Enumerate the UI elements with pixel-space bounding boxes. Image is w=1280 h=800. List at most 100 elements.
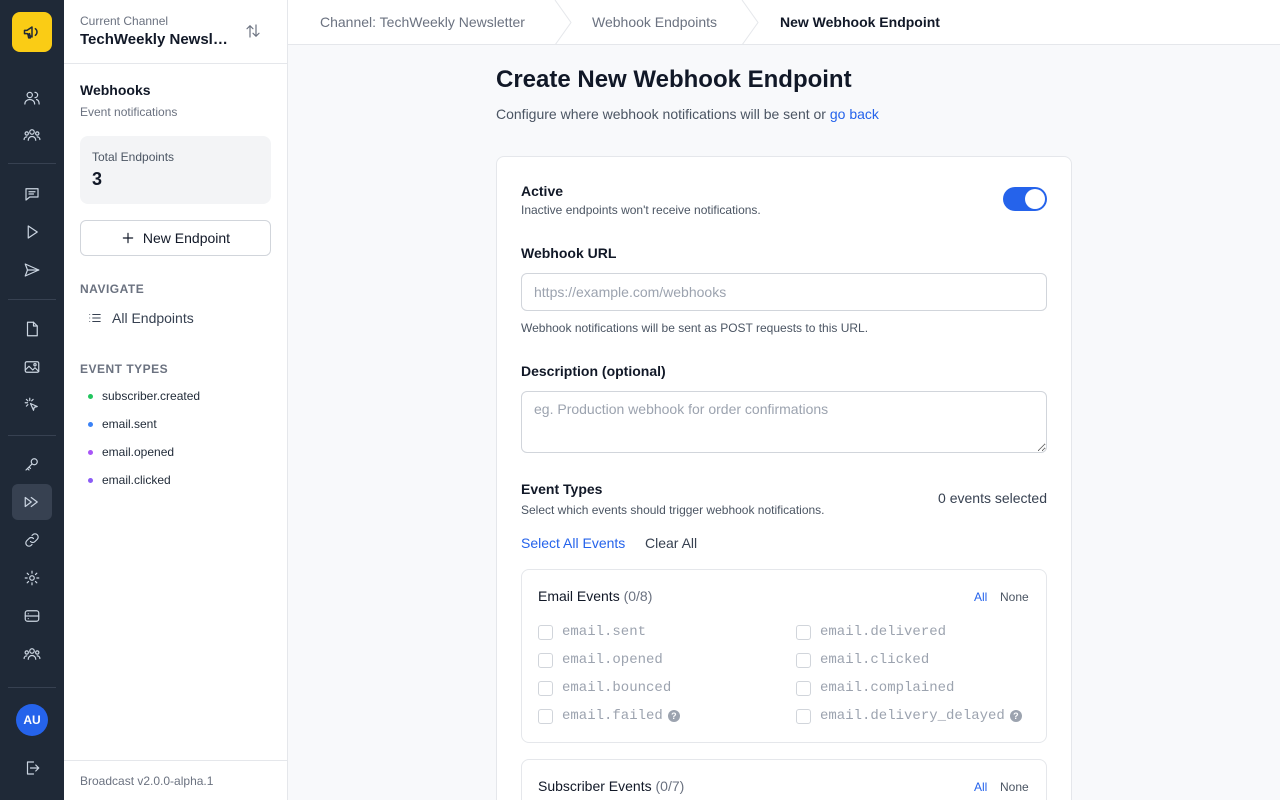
list-icon [89, 314, 101, 322]
checkbox-box[interactable] [538, 652, 553, 668]
webhooks-sidebar: Current Channel TechWeekly Newsletter We… [64, 0, 288, 800]
checkbox-box[interactable] [796, 708, 811, 724]
rail-divider [8, 163, 56, 164]
webhook-url-input[interactable] [521, 273, 1047, 311]
status-dot [88, 393, 93, 399]
help-icon[interactable]: ? [667, 710, 680, 722]
event-checkbox-label: email.bounced [562, 680, 672, 696]
message-icon[interactable] [12, 176, 52, 212]
sidebar-title: Webhooks [80, 82, 151, 98]
group-select-none-link[interactable]: None [1000, 590, 1029, 604]
group-select-none-link[interactable]: None [1000, 780, 1029, 794]
breadcrumb-channel[interactable]: Channel: TechWeekly Newsletter [320, 14, 525, 30]
lead-text: Configure where webhook notifications wi… [496, 106, 830, 122]
cursor-click-icon[interactable] [12, 387, 52, 423]
event-types-hint: Select which events should trigger webho… [521, 503, 825, 517]
webhook-form-card: Active Inactive endpoints won't receive … [496, 156, 1072, 800]
event-type-item[interactable]: email.opened [88, 445, 174, 459]
channel-caption: Current Channel [80, 14, 169, 28]
sidebar-item-all-endpoints[interactable]: All Endpoints [88, 310, 194, 326]
sidebar-subtitle: Event notifications [80, 105, 178, 119]
file-icon[interactable] [12, 311, 52, 347]
chevron-right-icon [741, 0, 759, 45]
megaphone-icon[interactable] [12, 12, 52, 52]
active-toggle[interactable] [1003, 187, 1047, 211]
group-select-all-link[interactable]: All [974, 590, 987, 604]
active-hint: Inactive endpoints won't receive notific… [521, 203, 761, 217]
send-icon[interactable] [12, 252, 52, 288]
group-select-all-link[interactable]: All [974, 780, 987, 794]
event-checkbox[interactable]: email.opened [538, 652, 663, 668]
description-label: Description (optional) [521, 363, 666, 379]
subscriber-events-group: Subscriber Events (0/7) All None [521, 759, 1047, 800]
event-type-label: email.sent [102, 417, 157, 431]
swap-icon[interactable] [244, 22, 264, 42]
event-checkbox[interactable]: email.delivery_delayed? [796, 708, 1022, 724]
status-dot [88, 477, 93, 483]
event-checkbox[interactable]: email.sent [538, 624, 646, 640]
checkbox-box[interactable] [796, 652, 811, 668]
logout-icon[interactable] [12, 750, 52, 786]
description-textarea[interactable] [521, 391, 1047, 453]
stat-value: 3 [92, 169, 103, 189]
rail-divider [8, 435, 56, 436]
key-icon[interactable] [12, 446, 52, 482]
avatar[interactable]: AU [16, 704, 48, 736]
checkbox-box[interactable] [796, 680, 811, 696]
rail-divider [8, 687, 56, 688]
link-icon[interactable] [12, 522, 52, 558]
icon-rail: AU [0, 0, 64, 800]
group-count: (0/8) [623, 588, 653, 604]
events-selected-count: 0 events selected [938, 490, 1047, 506]
toggle-knob [1025, 189, 1045, 209]
event-checkbox-label: email.sent [562, 624, 647, 640]
page-description: Configure where webhook notifications wi… [496, 106, 879, 122]
gear-icon[interactable] [12, 560, 52, 596]
help-icon[interactable]: ? [1009, 710, 1022, 722]
select-all-events-button[interactable]: Select All Events [521, 535, 625, 551]
channel-switcher[interactable]: Current Channel TechWeekly Newsletter [64, 0, 287, 64]
total-endpoints-card: Total Endpoints 3 [80, 136, 271, 204]
event-checkbox-label: email.opened [562, 652, 663, 668]
checkbox-box[interactable] [538, 708, 553, 724]
event-checkbox[interactable]: email.bounced [538, 680, 671, 696]
event-checkbox[interactable]: email.delivered [796, 624, 946, 640]
event-checkbox-label: email.failed [562, 708, 663, 724]
event-checkbox-label: email.delivery_delayed [820, 708, 1005, 724]
event-types-heading: EVENT TYPES [80, 362, 169, 376]
event-checkbox[interactable]: email.failed? [538, 708, 680, 724]
server-icon[interactable] [12, 598, 52, 634]
clear-all-button[interactable]: Clear All [645, 535, 697, 551]
event-type-item[interactable]: email.sent [88, 417, 157, 431]
active-label: Active [521, 183, 564, 199]
event-type-item[interactable]: email.clicked [88, 473, 171, 487]
team-icon[interactable] [12, 117, 52, 153]
checkbox-box[interactable] [538, 624, 553, 640]
checkbox-box[interactable] [538, 680, 553, 696]
event-checkbox[interactable]: email.complained [796, 680, 954, 696]
go-back-link[interactable]: go back [830, 106, 879, 122]
event-type-label: email.opened [102, 445, 175, 459]
new-endpoint-button[interactable]: New Endpoint [80, 220, 271, 256]
plus-icon [122, 232, 134, 244]
event-type-item[interactable]: subscriber.created [88, 389, 200, 403]
email-events-group: Email Events (0/8) All None email.sent e… [521, 569, 1047, 743]
group-title-label: Email Events [538, 588, 620, 604]
navigate-heading: NAVIGATE [80, 282, 145, 296]
breadcrumb-webhook-endpoints[interactable]: Webhook Endpoints [592, 14, 717, 30]
webhook-url-label: Webhook URL [521, 245, 617, 261]
event-checkbox[interactable]: email.clicked [796, 652, 929, 668]
event-type-label: subscriber.created [102, 389, 201, 403]
checkbox-box[interactable] [796, 624, 811, 640]
stat-label: Total Endpoints [92, 150, 175, 164]
users-icon[interactable] [12, 80, 52, 116]
image-icon[interactable] [12, 349, 52, 385]
sidebar-item-label: All Endpoints [112, 310, 194, 326]
rail-divider [8, 299, 56, 300]
play-icon[interactable] [12, 214, 52, 250]
breadcrumb-current: New Webhook Endpoint [780, 14, 940, 30]
team-icon[interactable] [12, 636, 52, 672]
group-title-label: Subscriber Events [538, 778, 652, 794]
webhook-icon[interactable] [12, 484, 52, 520]
status-dot [88, 421, 93, 427]
